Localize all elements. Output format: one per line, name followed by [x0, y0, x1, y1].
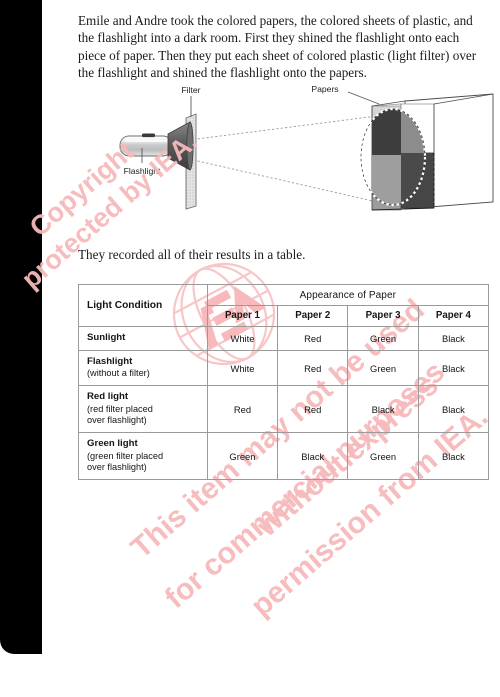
- condition-title: Red light: [87, 391, 129, 403]
- condition-title: Flashlight: [87, 356, 133, 367]
- cell-paper-3-appearance: Black: [347, 385, 419, 434]
- cell-paper-4-appearance: Black: [417, 326, 490, 351]
- cell-paper-3-appearance: Green: [347, 349, 419, 387]
- cell-light-condition: Sunlight: [78, 326, 208, 351]
- cell-paper-4-appearance: Black: [417, 349, 490, 387]
- header-paper-1: Paper 1: [206, 305, 279, 327]
- experiment-diagram: Filter Flashlight Papers: [105, 84, 495, 224]
- intro-paragraph: Emile and Andre took the colored papers,…: [78, 13, 477, 81]
- table-row: Sunlight White Red Green Black: [78, 326, 490, 351]
- condition-title: Sunlight: [87, 332, 126, 344]
- table-row: Red light (red filter placed over flashlig…: [78, 385, 490, 434]
- cell-paper-3-appearance: Green: [347, 432, 419, 481]
- condition-subtitle: (green filter placed: [87, 450, 164, 461]
- cell-paper-2-appearance: Black: [277, 432, 349, 481]
- flashlight: [119, 121, 194, 171]
- papers-label: Papers: [311, 84, 338, 94]
- cell-paper-2-appearance: Red: [277, 349, 349, 387]
- condition-subtitle: (without a filter): [87, 368, 150, 379]
- cell-paper-2-appearance: Red: [277, 385, 349, 434]
- table-row: Flashlight (without a filter) White Red Gree…: [78, 349, 490, 387]
- papers-stack: [359, 93, 494, 211]
- papers-leader-line: [347, 91, 380, 105]
- table-header-row-1: Light Condition Appearance of Paper: [78, 284, 490, 327]
- header-paper-2: Paper 2: [277, 305, 349, 327]
- condition-title: Green light: [87, 438, 138, 450]
- cell-paper-1-appearance: Green: [206, 432, 279, 481]
- document-page: Emile and Andre took the colored papers,…: [0, 0, 500, 697]
- filter-label: Filter: [181, 85, 200, 95]
- header-appearance-of-paper: Appearance of Paper: [206, 284, 490, 306]
- cell-paper-4-appearance: Black: [417, 385, 490, 434]
- cell-paper-1-appearance: White: [206, 326, 279, 351]
- cell-paper-4-appearance: Black: [417, 432, 490, 481]
- header-light-condition: Light Condition: [78, 284, 208, 327]
- results-table: Light Condition Appearance of Paper Paper …: [78, 284, 490, 481]
- notebook-binding-strip: [0, 0, 42, 654]
- cell-paper-2-appearance: Red: [277, 326, 349, 351]
- header-paper-4: Paper 4: [417, 305, 490, 327]
- cell-light-condition: Red light (red filter placed over flashlig…: [78, 385, 208, 434]
- condition-subtitle: over flashlight): [87, 415, 147, 426]
- cell-light-condition: Flashlight (without a filter): [78, 349, 208, 387]
- condition-subtitle: over flashlight): [87, 462, 147, 473]
- cell-paper-3-appearance: Green: [347, 326, 419, 351]
- table-row: Green light (green filter placed over flas…: [78, 432, 490, 481]
- cell-paper-1-appearance: Red: [206, 385, 279, 434]
- header-paper-3: Paper 3: [347, 305, 419, 327]
- results-sentence: They recorded all of their results in a …: [78, 247, 306, 262]
- flashlight-label: Flashlight: [124, 166, 161, 176]
- cell-light-condition: Green light (green filter placed over flas…: [78, 432, 208, 481]
- condition-subtitle: (red filter placed: [87, 403, 153, 414]
- cell-paper-1-appearance: White: [206, 349, 279, 387]
